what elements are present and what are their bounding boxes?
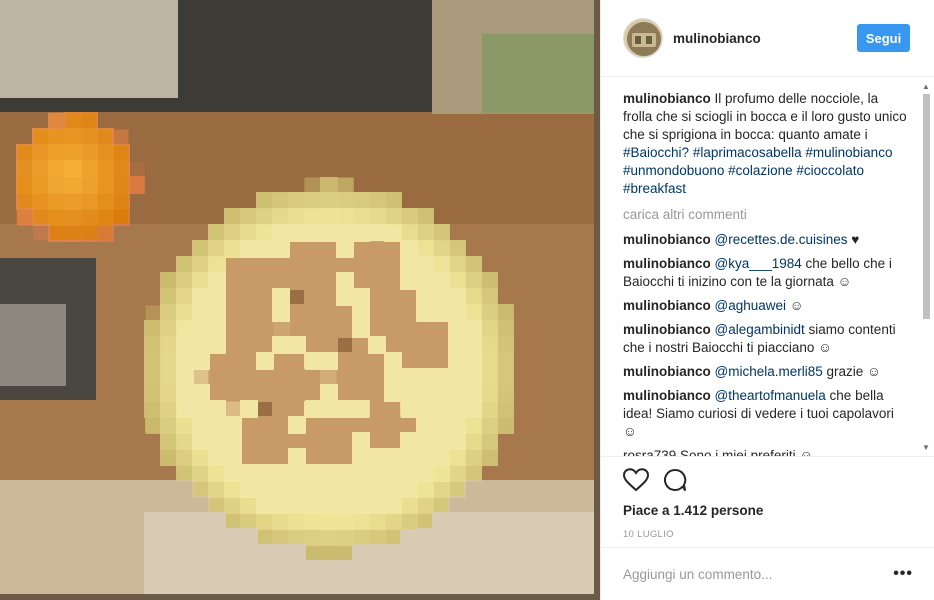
comment: mulinobianco @alegambinidt siamo content… bbox=[623, 321, 911, 357]
post-photo[interactable] bbox=[0, 0, 600, 600]
hashtag[interactable]: #unmondobuono bbox=[623, 163, 724, 178]
comment: mulinobianco @aghuawei ☺ bbox=[623, 297, 911, 315]
comment-text: grazie ☺ bbox=[822, 364, 881, 379]
header-username[interactable]: mulinobianco bbox=[673, 31, 857, 46]
comment-mention[interactable]: @alegambinidt bbox=[715, 322, 805, 337]
scroll-down-icon[interactable]: ▼ bbox=[922, 443, 930, 452]
hashtag[interactable]: #breakfast bbox=[623, 181, 686, 196]
comment-text: ☺ bbox=[786, 298, 804, 313]
load-more-comments[interactable]: carica altri commenti bbox=[623, 207, 911, 222]
comment: mulinobianco @michela.merli85 grazie ☺ bbox=[623, 363, 911, 381]
action-icons bbox=[623, 457, 913, 503]
scroll-up-icon[interactable]: ▲ bbox=[922, 82, 930, 91]
comment-mention[interactable]: @theartofmanuela bbox=[715, 388, 826, 403]
comments-scrollbar[interactable]: ▲ ▼ bbox=[919, 78, 934, 456]
comment-partial: rosra739 Sono i miei preferiti ☺ bbox=[623, 448, 814, 456]
hashtag[interactable]: #mulinobianco bbox=[805, 145, 892, 160]
caption-username[interactable]: mulinobianco bbox=[623, 91, 711, 106]
likes-count[interactable]: Piace a 1.412 persone bbox=[623, 503, 913, 518]
hashtag[interactable]: #colazione bbox=[728, 163, 793, 178]
instagram-post: mulinobianco Segui mulinobianco Il profu… bbox=[0, 0, 934, 600]
scroll-thumb[interactable] bbox=[923, 94, 930, 319]
comment: mulinobianco @theartofmanuela che bella … bbox=[623, 387, 911, 441]
comment-input[interactable] bbox=[623, 566, 894, 582]
comment-mention[interactable]: @recettes.de.cuisines bbox=[715, 232, 848, 247]
comment-username[interactable]: mulinobianco bbox=[623, 298, 711, 313]
comment-icon[interactable] bbox=[663, 468, 687, 492]
comment-mention[interactable]: @aghuawei bbox=[715, 298, 787, 313]
caption: mulinobianco Il profumo delle nocciole, … bbox=[623, 90, 911, 198]
hashtag[interactable]: #Baiocchi? bbox=[623, 145, 689, 160]
post-header: mulinobianco Segui bbox=[601, 0, 934, 77]
add-comment-bar: ••• bbox=[601, 547, 934, 600]
avatar[interactable] bbox=[623, 18, 663, 58]
comments-list[interactable]: mulinobianco Il profumo delle nocciole, … bbox=[601, 78, 934, 456]
hashtag[interactable]: #laprimacosabella bbox=[693, 145, 802, 160]
avatar-image bbox=[624, 19, 662, 57]
comment-username[interactable]: mulinobianco bbox=[623, 322, 711, 337]
comment-mention[interactable]: @kya___1984 bbox=[715, 256, 802, 271]
comment-username[interactable]: mulinobianco bbox=[623, 232, 711, 247]
follow-button[interactable]: Segui bbox=[857, 24, 910, 52]
comment-mention[interactable]: @michela.merli85 bbox=[715, 364, 823, 379]
comment-username[interactable]: mulinobianco bbox=[623, 364, 711, 379]
photo-image bbox=[0, 0, 600, 600]
hashtag[interactable]: #cioccolato bbox=[796, 163, 864, 178]
comment-username[interactable]: mulinobianco bbox=[623, 388, 711, 403]
more-options-icon[interactable]: ••• bbox=[893, 565, 913, 583]
comment: mulinobianco @kya___1984 che bello che i… bbox=[623, 255, 911, 291]
comment-text: ♥ bbox=[847, 232, 860, 247]
comment-username[interactable]: mulinobianco bbox=[623, 256, 711, 271]
heart-icon[interactable] bbox=[623, 468, 649, 492]
comment: mulinobianco @recettes.de.cuisines ♥ bbox=[623, 231, 911, 249]
post-side-panel: mulinobianco Segui mulinobianco Il profu… bbox=[600, 0, 934, 600]
post-date: 10 LUGLIO bbox=[623, 529, 674, 540]
